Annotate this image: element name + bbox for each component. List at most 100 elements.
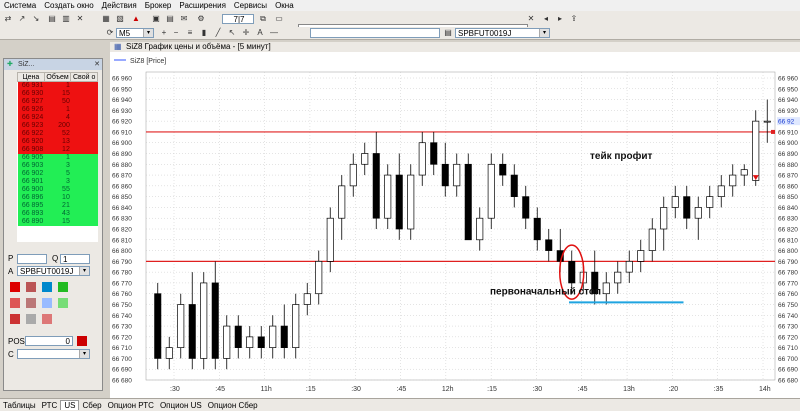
tab-5[interactable]: Опцион US (157, 401, 205, 410)
close-position-icon[interactable] (10, 314, 20, 324)
stop-buy-icon[interactable] (26, 298, 36, 308)
copy-icon[interactable]: ⧉ (257, 13, 269, 24)
table-row[interactable]: 66 900 55 (17, 186, 98, 194)
text-icon[interactable]: A (254, 27, 266, 38)
stop-icon[interactable]: ✕ (74, 13, 86, 24)
stop-sell-icon[interactable] (10, 298, 20, 308)
tab-0[interactable]: Таблицы (0, 401, 39, 410)
candle-body (395, 174, 403, 230)
refresh-icon[interactable]: ⟳ (104, 27, 116, 38)
line-icon[interactable]: ╱ (212, 27, 224, 38)
export-icon[interactable]: ⇪ (568, 13, 580, 24)
chart-icon[interactable]: ▧ (114, 13, 126, 24)
menu-item-1[interactable]: Создать окно (40, 1, 97, 10)
instrument-select[interactable]: SPBFUT0019J ▾ (455, 28, 550, 38)
glass-icon[interactable]: ▤ (164, 13, 176, 24)
buy-limit-icon[interactable] (42, 282, 52, 292)
candle-body (729, 174, 737, 187)
glass-col-0[interactable]: Цена (17, 72, 45, 82)
timeframe-select[interactable]: M5 ▾ (116, 28, 154, 38)
account-select[interactable]: SPBFUT0019J ▾ (17, 266, 90, 276)
sell-icon[interactable]: ↘ (30, 13, 42, 24)
sell-market-icon[interactable] (10, 282, 20, 292)
menu-item-2[interactable]: Действия (98, 1, 141, 10)
menu-item-4[interactable]: Расширения (175, 1, 230, 10)
table-row[interactable]: 66 931 1 (17, 81, 98, 90)
menu-item-3[interactable]: Брокер (141, 1, 176, 10)
table-row[interactable]: 66 923 200 (17, 122, 98, 130)
flatten-icon[interactable] (77, 336, 87, 346)
cancel-stops-icon[interactable] (42, 314, 52, 324)
table-row[interactable]: 66 902 5 (17, 170, 98, 178)
orders-icon[interactable]: ▥ (60, 13, 72, 24)
table-row[interactable]: 66 922 52 (17, 130, 98, 138)
buy-icon[interactable]: ↗ (16, 13, 28, 24)
x-tick-label: 13h (623, 386, 635, 393)
menu-item-5[interactable]: Сервисы (230, 1, 271, 10)
paste-icon[interactable]: ▭ (273, 13, 285, 24)
candle-body (671, 196, 679, 208)
table-row[interactable]: 66 924 4 (17, 114, 98, 122)
arrow-right-icon[interactable]: ▸ (554, 13, 566, 24)
tab-1[interactable]: РТС (39, 401, 61, 410)
hline-icon[interactable]: — (268, 27, 280, 38)
close-icon[interactable]: ✕ (525, 13, 537, 24)
table-row[interactable]: 66 893 43 (17, 210, 98, 218)
bars-icon[interactable]: ≡ (184, 27, 196, 38)
menu-item-0[interactable]: Система (0, 1, 40, 10)
chart-window-title[interactable]: ▦ SiZ8 График цены и объёма - [5 минут] (110, 42, 800, 52)
c-select[interactable]: ▾ (17, 349, 90, 359)
instrument-icon[interactable]: ▤ (442, 27, 454, 38)
table-row[interactable]: 66 926 1 (17, 106, 98, 114)
table-row[interactable]: 66 890 15 (17, 218, 98, 226)
table-row[interactable]: 66 901 3 (17, 178, 98, 186)
table-row[interactable]: 66 895 21 (17, 202, 98, 210)
menu-item-6[interactable]: Окна (271, 1, 298, 10)
table-icon[interactable]: ▦ (100, 13, 112, 24)
crosshair-icon[interactable]: ✛ (240, 27, 252, 38)
new-icon[interactable]: ⇄ (2, 13, 14, 24)
glass-col-2[interactable]: Свой о (70, 72, 98, 82)
search-field[interactable] (310, 28, 440, 38)
reverse-icon[interactable] (58, 298, 68, 308)
tab-2[interactable]: US (60, 400, 80, 410)
zoom-out-icon[interactable]: − (170, 27, 182, 38)
order-book-table[interactable]: Цена Объем Свой о 66 931 1 66 930 15 66 927 50 6… (17, 72, 98, 242)
y-tick-label-left: 66 840 (112, 205, 132, 212)
y-tick-label-left: 66 950 (112, 86, 132, 93)
order-book-title[interactable]: ✚ SiZ... ✕ (4, 59, 102, 70)
tab-6[interactable]: Опцион Сбер (205, 401, 261, 410)
table-row[interactable]: 66 927 50 (17, 98, 98, 106)
portfolio-icon[interactable]: ▣ (150, 13, 162, 24)
table-row[interactable]: 66 905 1 (17, 154, 98, 162)
account-label: A (8, 267, 14, 276)
price-chart[interactable]: SiZ8 [Price] 66 960 66 960 66 950 66 950 66 9… (110, 52, 800, 398)
zoom-in-icon[interactable]: + (158, 27, 170, 38)
candle-body (188, 304, 196, 359)
close-icon[interactable]: ✕ (94, 59, 100, 70)
take-profit-icon[interactable] (42, 298, 52, 308)
price-input[interactable] (17, 254, 47, 264)
table-row[interactable]: 66 920 13 (17, 138, 98, 146)
cancel-orders-icon[interactable] (26, 314, 36, 324)
table-row[interactable]: 66 903 3 (17, 162, 98, 170)
settings-icon[interactable]: ⚙ (195, 13, 207, 24)
buy-market-icon[interactable] (58, 282, 68, 292)
table-row[interactable]: 66 930 15 (17, 90, 98, 98)
chart-canvas[interactable]: SiZ8 [Price] 66 960 66 960 66 950 66 950 66 9… (110, 52, 800, 398)
tab-4[interactable]: Опцион РТС (105, 401, 157, 410)
news-icon[interactable]: ✉ (178, 13, 190, 24)
tab-3[interactable]: Сбер (79, 401, 104, 410)
table-row[interactable]: 66 908 12 (17, 146, 98, 154)
glass-col-1[interactable]: Объем (43, 72, 72, 82)
trades-icon[interactable]: ▤ (46, 13, 58, 24)
candle-body (211, 282, 219, 359)
sell-limit-icon[interactable] (26, 282, 36, 292)
candle-body (545, 239, 553, 251)
alert-icon[interactable]: ▲ (130, 13, 142, 24)
qty-input[interactable]: 1 (60, 254, 90, 264)
candles-icon[interactable]: ▮ (198, 27, 210, 38)
table-row[interactable]: 66 896 10 (17, 194, 98, 202)
arrow-left-icon[interactable]: ◂ (540, 13, 552, 24)
cursor-icon[interactable]: ↖ (226, 27, 238, 38)
